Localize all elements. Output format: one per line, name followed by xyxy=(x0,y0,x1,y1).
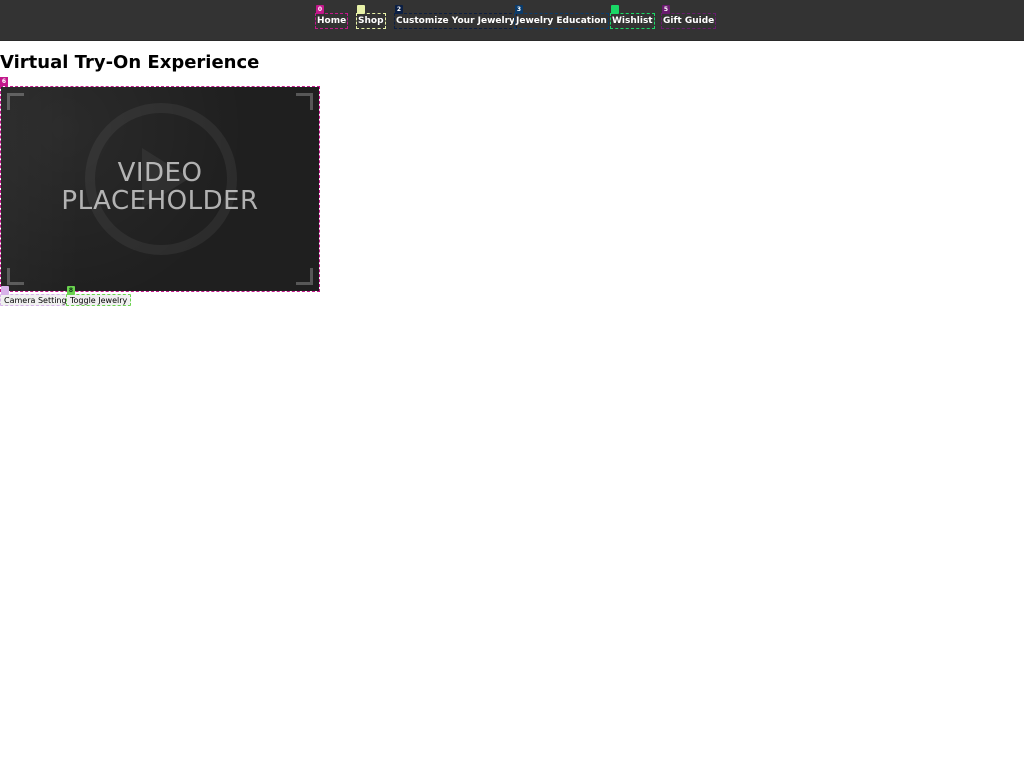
video-placeholder-text: VIDEO PLACEHOLDER xyxy=(1,159,319,215)
frame-corner-top-left xyxy=(7,93,24,110)
toggle-jewelry-label: Toggle Jewelry xyxy=(70,296,128,305)
nav-label-customize: Customize Your Jewelry xyxy=(396,16,515,26)
nav-badge-shop xyxy=(357,5,365,14)
video-container[interactable]: VIDEO PLACEHOLDER xyxy=(0,86,320,292)
toggle-jewelry-badge: 8 xyxy=(67,286,75,295)
camera-settings-label: Camera Settings xyxy=(4,296,71,305)
nav-label-wishlist: Wishlist xyxy=(612,16,653,26)
frame-corner-bottom-left xyxy=(7,268,24,285)
frame-corner-bottom-right xyxy=(296,268,313,285)
nav-label-shop: Shop xyxy=(358,16,384,26)
camera-settings-button[interactable]: Camera Settings xyxy=(0,286,75,306)
nav-badge-education: 3 xyxy=(515,5,523,14)
nav-label-home: Home xyxy=(317,16,347,26)
top-navigation-bar: 0 Home Shop 2 Customize Your Jewelry 3 J… xyxy=(0,0,1024,41)
video-placeholder-line-1: VIDEO xyxy=(117,158,203,188)
nav-item-shop[interactable]: Shop xyxy=(356,5,386,29)
nav-item-education[interactable]: 3 Jewelry Education xyxy=(514,5,609,29)
nav-badge-wishlist xyxy=(611,5,619,14)
nav-label-education: Jewelry Education xyxy=(516,16,607,26)
nav-badge-home: 0 xyxy=(316,5,324,14)
video-placeholder-line-2: PLACEHOLDER xyxy=(61,186,259,216)
main-nav: 0 Home Shop 2 Customize Your Jewelry 3 J… xyxy=(0,0,1024,40)
frame-corner-top-right xyxy=(296,93,313,110)
video-placeholder[interactable]: VIDEO PLACEHOLDER xyxy=(1,87,319,291)
nav-badge-customize: 2 xyxy=(395,5,403,14)
page-title: Virtual Try-On Experience xyxy=(0,52,260,73)
nav-item-gift-guide[interactable]: 5 Gift Guide xyxy=(661,5,717,29)
toggle-jewelry-button[interactable]: 8 Toggle Jewelry xyxy=(66,286,132,306)
nav-item-customize[interactable]: 2 Customize Your Jewelry xyxy=(394,5,517,29)
video-index-badge: 6 xyxy=(0,77,8,86)
nav-label-gift-guide: Gift Guide xyxy=(663,16,715,26)
nav-item-home[interactable]: 0 Home xyxy=(315,5,349,29)
nav-badge-gift-guide: 5 xyxy=(662,5,670,14)
camera-settings-badge xyxy=(1,286,9,295)
nav-item-wishlist[interactable]: Wishlist xyxy=(610,5,655,29)
